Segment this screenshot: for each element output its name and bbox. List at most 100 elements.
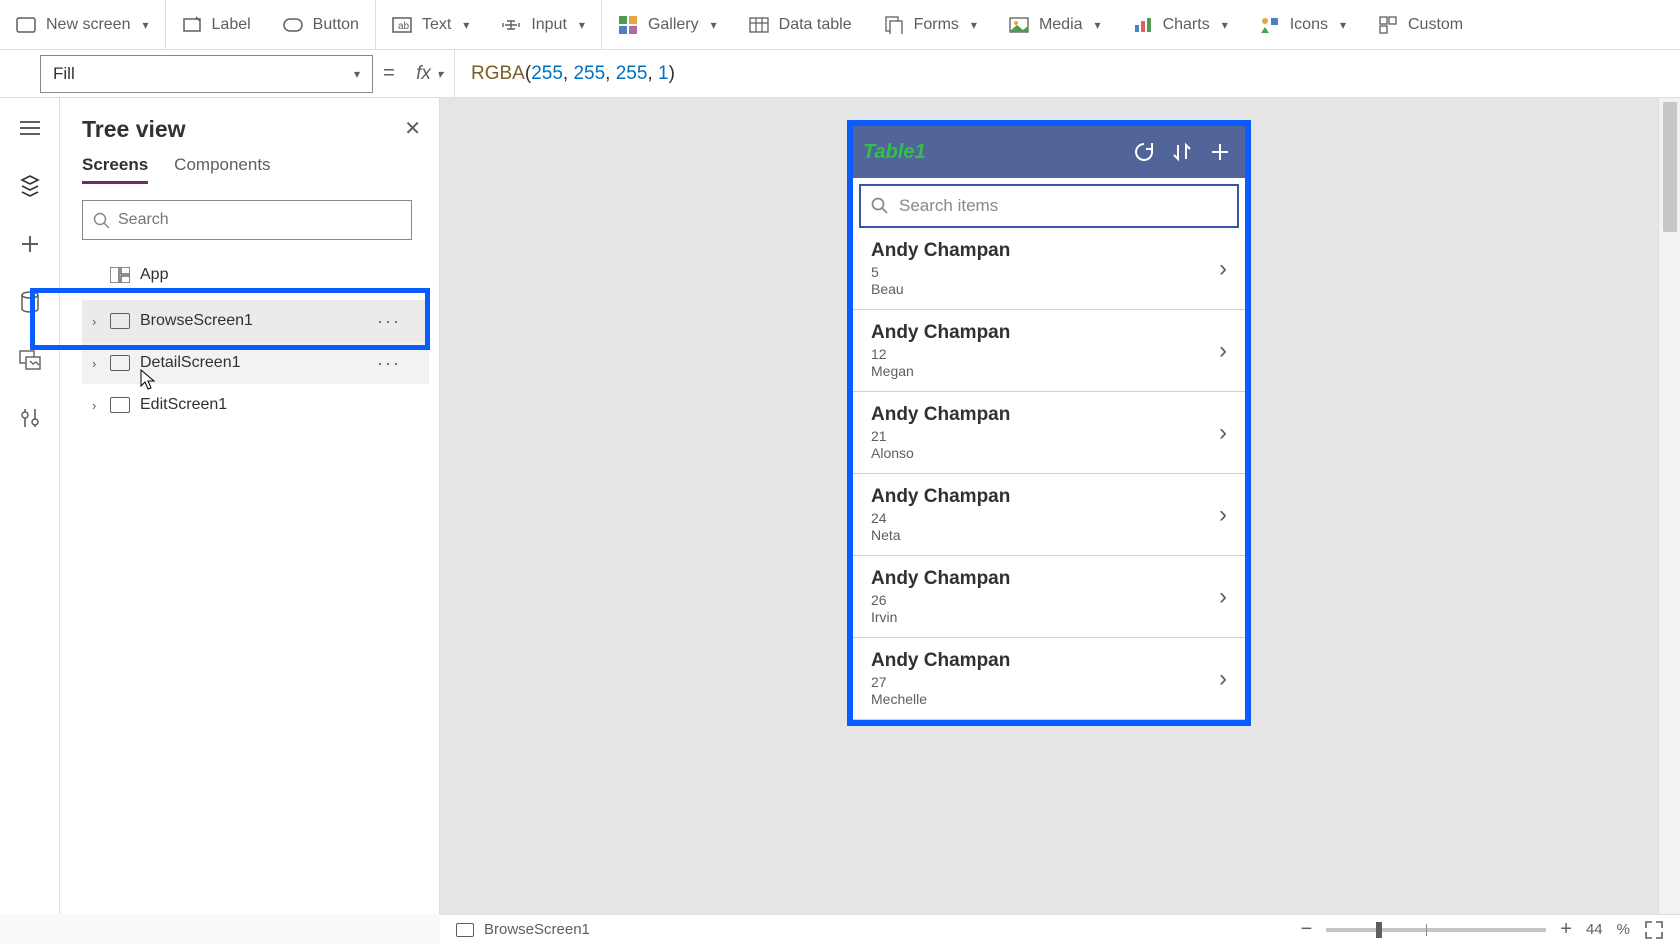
scrollbar-thumb[interactable] [1663, 102, 1677, 232]
canvas[interactable]: Table1 Search items Andy Champan5Beau›An… [440, 98, 1658, 914]
icons-button[interactable]: Icons ▾ [1244, 0, 1362, 49]
list-item-sub2: Megan [871, 363, 1010, 379]
svg-text:ab: ab [398, 21, 410, 32]
refresh-icon[interactable] [1129, 137, 1159, 167]
advanced-tools-icon[interactable] [18, 406, 42, 430]
chevron-right-icon[interactable]: › [1219, 255, 1227, 283]
left-rail [0, 98, 60, 914]
screen-icon [456, 923, 474, 937]
search-placeholder: Search items [899, 196, 998, 216]
gallery-button[interactable]: Gallery ▾ [602, 0, 733, 49]
input-icon [501, 15, 521, 35]
zoom-slider[interactable] [1326, 928, 1546, 932]
chevron-down-icon: ▾ [354, 67, 360, 81]
property-name: Fill [53, 64, 75, 84]
data-icon[interactable] [18, 290, 42, 314]
media-button[interactable]: Media ▾ [993, 0, 1117, 49]
tree-node-editscreen1[interactable]: › EditScreen1 [82, 384, 429, 426]
fx-button[interactable]: fx▾ [405, 50, 455, 97]
more-icon[interactable]: ··· [377, 353, 401, 374]
zoom-in-button[interactable]: + [1560, 918, 1572, 941]
ribbon-label: Media [1039, 16, 1083, 34]
tree-node-app[interactable]: App [82, 254, 429, 296]
button-icon [283, 15, 303, 35]
tree-search-input[interactable] [118, 211, 401, 229]
property-selector[interactable]: Fill ▾ [40, 55, 373, 93]
tree-node-label: App [140, 266, 168, 284]
button-button[interactable]: Button [267, 0, 375, 49]
custom-button[interactable]: Custom [1362, 0, 1479, 49]
ribbon-label: Forms [914, 16, 959, 34]
media-icon [1009, 15, 1029, 35]
chevron-right-icon[interactable]: › [92, 356, 110, 371]
forms-button[interactable]: Forms ▾ [868, 0, 993, 49]
app-header: Table1 [853, 126, 1245, 178]
icons-icon [1260, 15, 1280, 35]
vertical-scrollbar[interactable] [1658, 98, 1680, 914]
tab-screens[interactable]: Screens [82, 155, 148, 184]
tree-node-detailscreen1[interactable]: › DetailScreen1 ··· [82, 342, 429, 384]
zoom-slider-thumb[interactable] [1376, 922, 1382, 938]
chevron-right-icon[interactable]: › [1219, 583, 1227, 611]
zoom-value: 44 [1586, 921, 1603, 938]
selected-screen-frame[interactable]: Table1 Search items Andy Champan5Beau›An… [847, 120, 1251, 726]
screen-icon [16, 15, 36, 35]
input-button[interactable]: Input ▾ [485, 0, 601, 49]
chevron-right-icon[interactable]: › [92, 398, 110, 413]
chevron-right-icon[interactable]: › [1219, 501, 1227, 529]
list-item-title: Andy Champan [871, 240, 1010, 262]
close-icon[interactable]: ✕ [404, 116, 421, 141]
list-item[interactable]: Andy Champan12Megan› [853, 310, 1245, 392]
list-item-sub1: 21 [871, 428, 1010, 444]
chevron-right-icon[interactable]: › [1219, 419, 1227, 447]
app-icon [110, 267, 130, 283]
label-icon [182, 15, 202, 35]
selection-breadcrumb[interactable]: BrowseScreen1 [484, 921, 590, 938]
list-item-sub2: Beau [871, 281, 1010, 297]
new-screen-button[interactable]: New screen ▾ [0, 0, 165, 49]
list-item-title: Andy Champan [871, 404, 1010, 426]
list-item[interactable]: Andy Champan5Beau› [853, 228, 1245, 310]
media-pane-icon[interactable] [18, 348, 42, 372]
search-icon [93, 212, 110, 229]
list-item[interactable]: Andy Champan21Alonso› [853, 392, 1245, 474]
chevron-down-icon: ▾ [463, 18, 469, 32]
charts-icon [1133, 15, 1153, 35]
more-icon[interactable]: ··· [377, 311, 401, 332]
formula-input[interactable]: RGBA(255, 255, 255, 1) [455, 50, 1680, 97]
chevron-right-icon[interactable]: › [1219, 665, 1227, 693]
tree-node-label: BrowseScreen1 [140, 312, 253, 330]
list-item[interactable]: Andy Champan27Mechelle› [853, 638, 1245, 720]
tab-components[interactable]: Components [174, 155, 270, 184]
chevron-right-icon[interactable]: › [92, 314, 110, 329]
ribbon-label: Input [531, 16, 567, 34]
list-item-title: Andy Champan [871, 486, 1010, 508]
tree-search[interactable] [82, 200, 412, 240]
tree-node-label: EditScreen1 [140, 396, 227, 414]
list-item-title: Andy Champan [871, 322, 1010, 344]
fullscreen-icon[interactable] [1644, 920, 1664, 940]
insert-icon[interactable] [18, 232, 42, 256]
data-table-button[interactable]: Data table [733, 0, 868, 49]
list-item-sub1: 27 [871, 674, 1010, 690]
charts-button[interactable]: Charts ▾ [1117, 0, 1244, 49]
sort-icon[interactable] [1167, 137, 1197, 167]
custom-icon [1378, 15, 1398, 35]
label-button[interactable]: Label [166, 0, 267, 49]
tree-view-icon[interactable] [18, 174, 42, 198]
add-icon[interactable] [1205, 137, 1235, 167]
list-item[interactable]: Andy Champan26Irvin› [853, 556, 1245, 638]
chevron-right-icon[interactable]: › [1219, 337, 1227, 365]
tree-node-browsescreen1[interactable]: › BrowseScreen1 ··· [82, 300, 429, 342]
ribbon-label: Label [212, 16, 251, 34]
search-box[interactable]: Search items [859, 184, 1239, 228]
zoom-out-button[interactable]: − [1301, 918, 1313, 941]
chevron-down-icon: ▾ [142, 18, 148, 32]
chevron-down-icon: ▾ [971, 18, 977, 32]
list-item-sub1: 24 [871, 510, 1010, 526]
list-item[interactable]: Andy Champan24Neta› [853, 474, 1245, 556]
text-button[interactable]: ab Text ▾ [376, 0, 485, 49]
hamburger-icon[interactable] [18, 116, 42, 140]
formula-fn: RGBA [471, 63, 525, 85]
ribbon-label: Text [422, 16, 451, 34]
